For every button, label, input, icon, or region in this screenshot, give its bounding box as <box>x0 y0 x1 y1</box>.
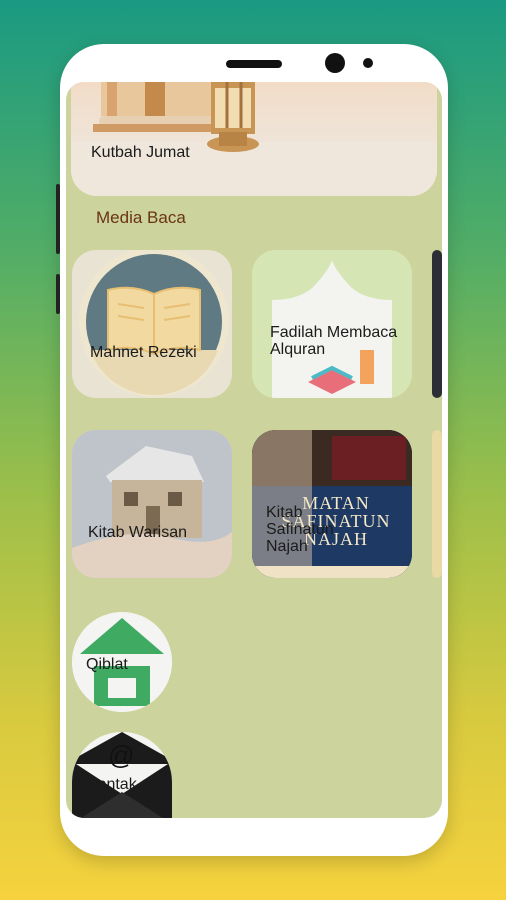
section-title: Media Baca <box>96 208 186 227</box>
power-button <box>56 274 60 314</box>
app-screen: Kutbah Jumat Media Baca Mahnet Rezeki Fa… <box>66 82 442 818</box>
at-sign-icon: @ <box>108 740 135 770</box>
card-label: Kitab Warisan <box>88 524 187 541</box>
qiblat-card[interactable]: Qiblat <box>72 612 172 712</box>
contak-card[interactable]: @ Contak <box>72 732 172 818</box>
card-label: Fadilah Membaca Alquran <box>270 324 398 358</box>
kitab-safinatun-najah-card[interactable]: MATAN SAFINATUN NAJAH Kitab Safinatun Na… <box>252 430 412 578</box>
kitab-warisan-card[interactable]: Kitab Warisan <box>72 430 232 578</box>
card-label: Kitab Safinatun Najah <box>266 504 334 555</box>
front-camera <box>325 53 345 73</box>
card-label: Qiblat <box>86 656 128 673</box>
mahnet-rezeki-card[interactable]: Mahnet Rezeki <box>72 250 232 398</box>
speaker-grille <box>226 60 282 68</box>
card-label: Kutbah Jumat <box>91 144 190 161</box>
sensor <box>363 58 373 68</box>
next-card-partial[interactable] <box>432 250 442 398</box>
open-book-icon <box>79 250 229 397</box>
kutbah-jumat-card[interactable]: Kutbah Jumat <box>71 82 437 196</box>
mosque-lantern-image <box>71 82 437 196</box>
card-label: Contak <box>86 776 137 793</box>
phone-frame: Kutbah Jumat Media Baca Mahnet Rezeki Fa… <box>56 44 448 856</box>
fadilah-membaca-alquran-card[interactable]: Fadilah Membaca Alquran <box>252 250 412 398</box>
volume-button <box>56 184 60 254</box>
house-in-hands-icon <box>72 430 232 578</box>
card-label: Mahnet Rezeki <box>90 344 197 361</box>
next-card-partial[interactable] <box>432 430 442 578</box>
